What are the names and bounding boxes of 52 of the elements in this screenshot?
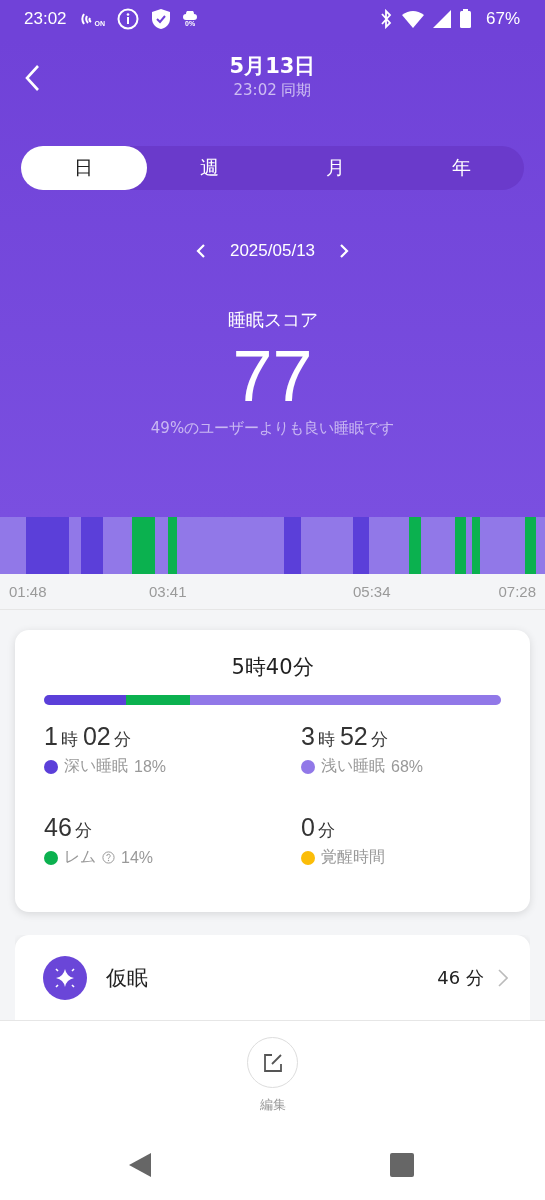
edit-icon xyxy=(261,1051,284,1074)
page-title: 5月13日 xyxy=(229,53,316,81)
stage-name: 深い睡眠 xyxy=(64,756,128,778)
duration-unit: 時 xyxy=(60,728,78,752)
chevron-right-icon xyxy=(498,968,508,987)
duration-value: 3 xyxy=(301,722,315,752)
sleep-score: 77 xyxy=(231,335,314,416)
duration-value: 02 xyxy=(82,722,111,752)
stage-percent: 14% xyxy=(121,848,154,867)
shield-check-icon xyxy=(151,7,172,30)
wifi-icon xyxy=(401,9,424,28)
stage-name: 浅い睡眠 xyxy=(321,756,385,778)
nap-duration: 46 分 xyxy=(437,965,484,990)
stage-name: 覚醒時間 xyxy=(321,847,385,869)
stage-name: レム xyxy=(64,847,96,869)
battery-percent: 67% xyxy=(485,8,520,29)
battery-icon xyxy=(459,9,471,29)
period-tab[interactable]: 年 xyxy=(398,145,524,190)
date-label: 2025/05/13 xyxy=(229,240,316,261)
time-tick: 01:48 xyxy=(9,583,47,602)
duration-value: 0 xyxy=(301,813,315,843)
score-comparison: 49%のユーザーよりも良い睡眠です xyxy=(149,417,396,438)
duration-unit: 分 xyxy=(113,728,131,752)
period-tab[interactable]: 月 xyxy=(272,145,399,190)
stage-percent: 18% xyxy=(134,757,167,776)
duration-unit: 分 xyxy=(370,728,388,752)
time-tick: 03:41 xyxy=(149,583,187,602)
info-icon xyxy=(117,7,140,30)
period-tab[interactable]: 週 xyxy=(146,145,273,190)
time-tick: 05:34 xyxy=(353,583,391,602)
duration-value: 1 xyxy=(44,722,58,752)
recent-apps-button[interactable] xyxy=(390,1153,414,1178)
duration-value: 46 xyxy=(44,813,72,843)
stage-percent: 68% xyxy=(391,757,424,776)
score-label: 睡眠スコア xyxy=(226,307,319,332)
period-tab[interactable]: 日 xyxy=(21,145,147,190)
duration-value: 52 xyxy=(339,722,368,752)
signal-icon xyxy=(432,9,451,28)
nap-row[interactable]: 仮眠 46 分 xyxy=(15,935,530,1021)
time-tick: 07:28 xyxy=(498,583,536,602)
nap-label: 仮眠 xyxy=(106,964,149,992)
edit-button[interactable] xyxy=(247,1037,298,1089)
edit-label: 編集 xyxy=(259,1096,286,1115)
duration-unit: 時 xyxy=(317,728,335,752)
duration-unit: 分 xyxy=(74,819,92,843)
bluetooth-icon xyxy=(378,8,393,29)
sync-time: 23:02 同期 xyxy=(233,80,312,101)
clock-time: 23:02 xyxy=(24,8,67,29)
system-back-button[interactable] xyxy=(129,1153,151,1178)
sparkle-icon xyxy=(43,955,87,1000)
total-sleep-time: 5時40分 xyxy=(230,654,315,682)
duration-unit: 分 xyxy=(317,819,335,843)
